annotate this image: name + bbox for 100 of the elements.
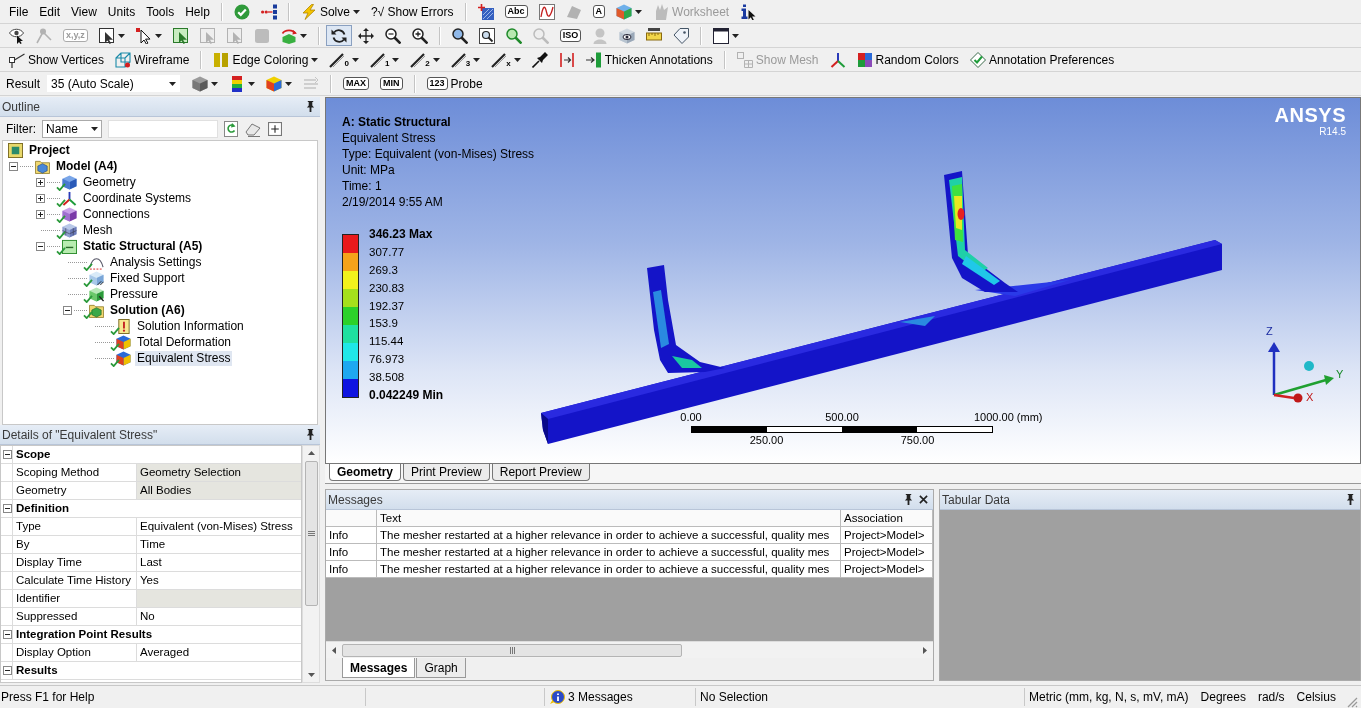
scroll-thumb[interactable] [342,643,682,657]
check-circle-icon [233,3,250,20]
collapse-icon[interactable] [9,161,18,171]
toolbar-button[interactable]: Solve [295,1,365,22]
unit-setting[interactable]: Metric (mm, kg, N, s, mV, mA) [1029,690,1189,704]
toolbar-button[interactable]: ISO [554,25,587,46]
view-tab[interactable]: Geometry [329,464,402,481]
arrow-left-icon[interactable] [332,646,336,654]
cube-icon [616,3,633,20]
graphics-viewport[interactable] [325,97,1361,464]
property-value[interactable]: Time [137,536,301,553]
toolbar-button[interactable]: Edge Coloring [208,49,324,70]
tree-item[interactable]: Fixed Support [108,270,187,286]
refresh-icon[interactable] [224,120,238,137]
view-tab[interactable]: Report Preview [491,464,590,481]
tree-item[interactable]: Solution Information [135,318,246,334]
tree-item[interactable]: Equivalent Stress [135,350,233,366]
horizontal-scrollbar[interactable] [326,641,933,658]
collapse-icon[interactable] [36,241,45,251]
vertical-scrollbar[interactable] [302,445,320,683]
toolbar-button[interactable]: Thicken Annotations [580,49,718,70]
unit-setting[interactable]: Degrees [1200,690,1246,704]
toolbar-button[interactable]: MIN [375,73,408,94]
toolbar-button[interactable]: 123 Probe [421,73,488,94]
toolbar-button[interactable]: ?√ Show Errors [365,1,459,22]
column-header[interactable]: Text [377,510,841,527]
panel-tab[interactable]: Graph [416,658,466,678]
toolbar-button[interactable]: 2 [405,49,445,70]
legend-label: 0.042249 Min [369,387,444,404]
tree-item[interactable]: Static Structural (A5) [81,238,205,254]
tree-item[interactable]: Coordinate Systems [81,190,194,206]
toolbar-button[interactable]: x [486,49,526,70]
property-value[interactable]: Last [137,554,301,571]
caret-icon [91,126,98,131]
tree-item[interactable]: Connections [81,206,152,222]
result-select[interactable]: 35 (Auto Scale) [47,75,180,92]
tree-item[interactable]: Geometry [81,174,138,190]
menu-item[interactable]: Edit [34,2,66,21]
toolbar-button[interactable]: MAX [338,73,374,94]
axis-label: Y [1336,368,1344,380]
resize-grip-icon[interactable] [1346,696,1358,708]
view-tab[interactable]: Print Preview [403,464,490,481]
expand-icon[interactable] [36,193,45,203]
tree-item[interactable]: Mesh [81,222,115,238]
property-value[interactable]: Equivalent (von-Mises) Stress [137,518,301,535]
property-value[interactable]: Averaged [137,644,301,661]
arrow-right-icon[interactable] [923,646,927,654]
panel-title: Details of "Equivalent Stress" [2,427,158,442]
toolbar-button[interactable]: Wireframe [110,49,195,70]
legend-label: 230.83 [369,280,405,296]
table-cell: Project>Model> [841,527,933,544]
menu-item[interactable]: File [4,2,34,21]
unit-setting[interactable]: rad/s [1257,690,1285,704]
filter-select[interactable]: Name [42,119,102,138]
tree-item[interactable]: Solution (A6) [108,302,187,318]
cube-icon [89,286,104,302]
close-icon[interactable] [919,495,928,504]
toolbar-button[interactable]: A [587,1,611,22]
property-value[interactable]: All Bodies [137,482,301,499]
pin-icon[interactable] [306,429,315,440]
pin-icon[interactable] [1346,494,1355,505]
collapse-icon[interactable] [2,666,12,675]
unit-setting[interactable]: Celsius [1296,690,1336,704]
toolbar-button[interactable]: Random Colors [851,49,964,70]
column-header[interactable]: Association [841,510,933,527]
tree-item[interactable]: Total Deformation [135,334,234,350]
arrow-down-icon[interactable] [307,673,315,677]
pin-icon[interactable] [306,101,315,112]
collapse-icon[interactable] [2,630,12,639]
property-value[interactable]: Geometry Selection [137,464,301,481]
collapse-icon[interactable] [63,305,72,315]
tree-item[interactable]: Model (A4) [54,158,120,174]
menu-item[interactable]: View [66,2,102,21]
toolbar-button[interactable]: Annotation Preferences [964,49,1120,70]
collapse-icon[interactable] [2,504,12,513]
expand-icon[interactable] [36,177,45,187]
menu-item[interactable]: Tools [141,2,180,21]
toolbar-button[interactable]: 3 [445,49,486,70]
tree-item[interactable]: Project [27,142,72,158]
tree-item[interactable]: Analysis Settings [108,254,204,270]
pin-icon[interactable] [904,494,913,505]
lightning-icon [300,3,317,20]
filter-field[interactable] [108,119,218,138]
box-cursor-icon [172,27,189,44]
menu-item[interactable]: Help [180,2,215,21]
property-value[interactable]: No [137,608,301,625]
toolbar-button[interactable]: Abc [499,1,533,22]
expand-all-icon[interactable] [268,121,282,136]
toolbar-button[interactable]: Show Vertices [4,49,110,70]
arrow-up-icon[interactable] [307,451,315,455]
expand-icon[interactable] [36,209,45,219]
property-value[interactable]: Yes [137,572,301,589]
menu-item[interactable]: Units [102,2,141,21]
collapse-icon[interactable] [2,450,12,459]
toolbar-button[interactable]: 0 [324,49,364,70]
toolbar-button[interactable] [325,25,352,46]
scroll-thumb[interactable] [304,461,318,606]
tree-item[interactable]: Pressure [108,286,161,302]
panel-tab[interactable]: Messages [342,658,416,678]
toolbar-button[interactable]: 1 [364,49,405,70]
